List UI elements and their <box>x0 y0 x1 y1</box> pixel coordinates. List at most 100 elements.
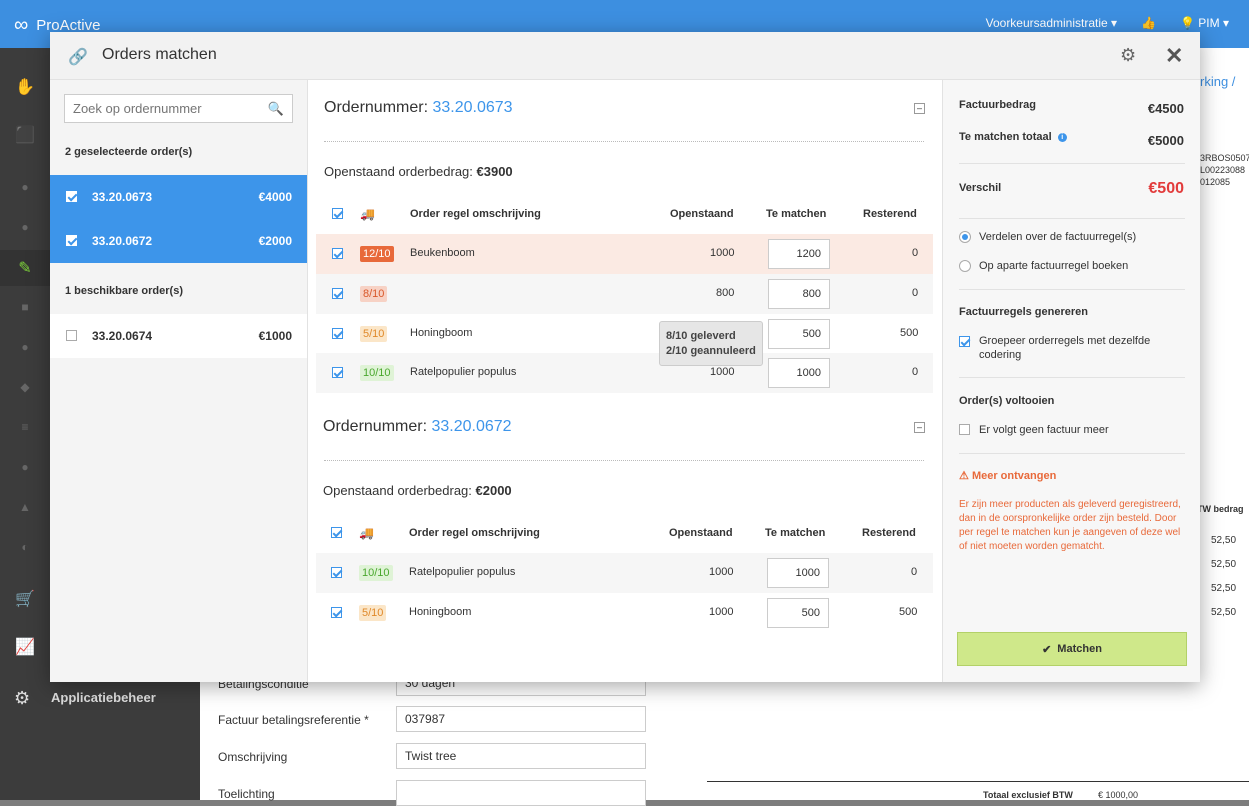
row-remaining: 500 <box>900 327 919 339</box>
app-management[interactable]: ⚙ Applicatiebeheer <box>0 680 200 800</box>
nav-dim-icon-4[interactable]: ● <box>14 336 36 358</box>
open-amount-value: €2000 <box>475 483 512 498</box>
close-icon[interactable]: ✕ <box>1165 43 1183 69</box>
stamp-icon[interactable]: ⬛ <box>14 124 36 146</box>
delivery-badge: 10/10 <box>360 365 394 381</box>
row-checkbox[interactable] <box>332 328 343 339</box>
separate-line-radio-label: Op aparte factuurregel boeken <box>979 260 1129 272</box>
chart-icon[interactable]: 📈 <box>14 636 36 658</box>
order-heading-number[interactable]: 33.20.0673 <box>432 99 512 116</box>
order-search-input[interactable] <box>65 95 260 122</box>
settings-gear-icon[interactable]: ⚙ <box>1120 45 1136 66</box>
match-button[interactable]: ✔ Matchen <box>957 632 1187 666</box>
nav-dim-icon-1[interactable]: ● <box>14 176 36 198</box>
gear-icon: ⚙ <box>14 688 31 708</box>
breadcrumb[interactable]: rking / <box>1200 74 1235 89</box>
no-more-invoice-checkbox[interactable] <box>959 424 970 435</box>
divider <box>959 289 1185 290</box>
separate-line-radio[interactable] <box>959 260 971 272</box>
order-amount: €2000 <box>258 234 292 248</box>
order-heading-number[interactable]: 33.20.0672 <box>431 418 511 435</box>
row-remaining: 0 <box>911 566 918 578</box>
row-checkbox[interactable] <box>332 367 343 378</box>
distribute-radio[interactable] <box>959 231 971 243</box>
description-input[interactable]: Twist tree <box>396 743 646 769</box>
doc-code: L00223088 <box>1200 165 1246 175</box>
total-label: Totaal exclusief BTW <box>983 790 1073 800</box>
col-description: Order regel omschrijving <box>409 527 540 539</box>
available-order-item[interactable]: 33.20.0674 €1000 <box>50 314 307 358</box>
cart-icon[interactable]: 🛒 <box>14 588 36 610</box>
to-match-input[interactable]: 1000 <box>767 558 829 588</box>
thumbs-up-icon[interactable]: 👍 <box>1141 16 1156 30</box>
selected-orders-header: 2 geselecteerde order(s) <box>65 146 193 158</box>
row-open: 1000 <box>710 247 735 259</box>
user-menu[interactable]: 💡 PIM ▾ <box>1180 16 1229 30</box>
order-number: 33.20.0673 <box>92 190 153 204</box>
to-match-input[interactable]: 800 <box>768 279 830 309</box>
group-lines-label: Groepeer orderregels met dezelfde coderi… <box>979 335 1151 361</box>
group-lines-checkbox[interactable] <box>959 336 970 347</box>
total-value: € 1000,00 <box>1098 790 1139 800</box>
distribute-radio-label: Verdelen over de factuurregel(s) <box>979 231 1137 243</box>
row-checkbox[interactable] <box>331 607 342 618</box>
nav-dim-icon-2[interactable]: ● <box>14 216 36 238</box>
select-all-checkbox[interactable] <box>332 208 343 219</box>
delivery-badge[interactable]: 8/10 <box>360 286 388 302</box>
admin-dropdown[interactable]: Voorkeursadministratie ▾ <box>986 16 1117 30</box>
to-match-input[interactable]: 1000 <box>768 358 830 388</box>
order-amount: €1000 <box>258 329 292 343</box>
divider <box>959 163 1185 164</box>
invoice-amount-value: €4500 <box>1147 101 1184 116</box>
info-icon[interactable]: i <box>1057 132 1067 142</box>
row-description: Beukenboom <box>410 247 475 259</box>
delivery-badge: 12/10 <box>360 246 394 262</box>
col-remaining: Resterend <box>863 208 917 220</box>
col-to-match: Te matchen <box>765 527 826 539</box>
nav-dim-icon-7[interactable]: ● <box>14 456 36 478</box>
order-checkbox[interactable] <box>66 191 77 202</box>
orders-match-modal: 🔗 Orders matchen ⚙ ✕ 🔍 2 geselecteerde o… <box>50 32 1200 682</box>
order-checkbox[interactable] <box>66 330 77 341</box>
notes-input[interactable] <box>396 780 646 806</box>
nav-dim-icon-9[interactable]: ◐ <box>14 536 36 558</box>
col-description: Order regel omschrijving <box>410 208 541 220</box>
selected-order-item[interactable]: 33.20.0672 €2000 <box>50 219 307 263</box>
select-all-checkbox[interactable] <box>331 527 342 538</box>
order-checkbox[interactable] <box>66 235 77 246</box>
to-match-input[interactable]: 1200 <box>768 239 830 269</box>
order-selection-panel: 🔍 2 geselecteerde order(s) 33.20.0673 €4… <box>50 80 308 682</box>
truck-icon: 🚚 <box>359 526 374 540</box>
table-header: 🚚 Order regel omschrijving Openstaand Te… <box>316 198 933 228</box>
warning-icon: ⚠ <box>959 470 969 482</box>
handshake-icon[interactable]: ✋ <box>14 76 36 98</box>
pencil-icon[interactable]: ✎ <box>0 250 50 286</box>
background-form: Betalingsconditie 30 dagen Factuur betal… <box>200 670 685 806</box>
row-description: Honingboom <box>409 606 472 618</box>
warning-title-text: Meer ontvangen <box>971 470 1057 482</box>
row-remaining: 0 <box>912 366 919 378</box>
to-match-input[interactable]: 500 <box>767 598 829 628</box>
collapse-button[interactable]: – <box>914 103 925 114</box>
to-match-input[interactable]: 500 <box>768 319 830 349</box>
payment-reference-input[interactable]: 037987 <box>396 706 646 732</box>
user-name: PIM <box>1198 16 1220 30</box>
nav-dim-icon-6[interactable]: ≡ <box>14 416 36 438</box>
selected-order-item[interactable]: 33.20.0673 €4000 <box>50 175 307 219</box>
warning-text: Er zijn meer producten als geleverd gere… <box>959 499 1181 552</box>
btw-value: 52,50 <box>1211 583 1237 594</box>
row-checkbox[interactable] <box>332 248 343 259</box>
nav-dim-icon-8[interactable]: ▲ <box>14 496 36 518</box>
row-checkbox[interactable] <box>331 567 342 578</box>
open-amount-value: €3900 <box>476 164 513 179</box>
doc-code: 3RBOS0507 <box>1200 153 1249 163</box>
row-checkbox[interactable] <box>332 288 343 299</box>
open-amount-label: Openstaand orderbedrag: <box>323 483 472 498</box>
collapse-button[interactable]: – <box>914 422 925 433</box>
divider <box>959 453 1185 454</box>
nav-dim-icon-3[interactable]: ■ <box>14 296 36 318</box>
col-open: Openstaand <box>670 208 734 220</box>
row-description: Ratelpopulier populus <box>409 566 516 578</box>
nav-dim-icon-5[interactable]: ◆ <box>14 376 36 398</box>
search-icon[interactable]: 🔍 <box>268 101 284 117</box>
